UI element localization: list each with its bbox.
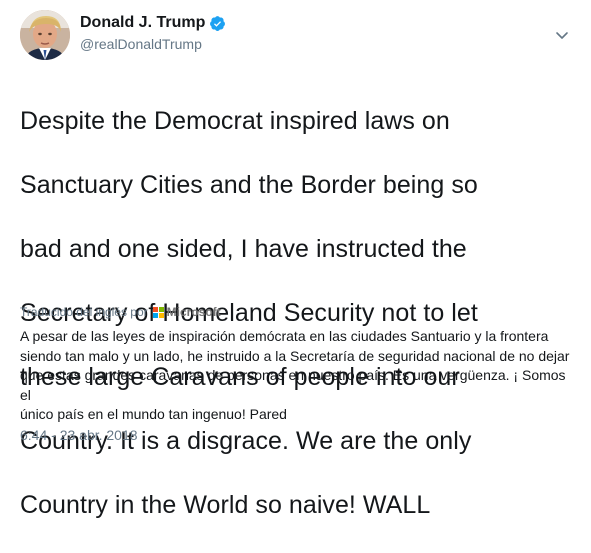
author-names: Donald J. Trump @realDonaldTrump — [80, 12, 226, 52]
tweet-text-line: bad and one sided, I have instructed the — [20, 235, 467, 263]
microsoft-logo[interactable]: Microsoft — [152, 305, 221, 319]
display-name-row: Donald J. Trump — [80, 12, 226, 34]
translated-text: A pesar de las leyes de inspiración demó… — [20, 327, 575, 425]
translation-label: Traducido del inglés por — [20, 305, 148, 319]
tweet-card: Donald J. Trump @realDonaldTrump Despite… — [0, 0, 591, 519]
tweet-header: Donald J. Trump @realDonaldTrump — [20, 10, 571, 62]
tweet-text-line: Sanctuary Cities and the Border being so — [20, 171, 478, 199]
verified-badge-icon — [209, 15, 226, 32]
display-name[interactable]: Donald J. Trump — [80, 14, 205, 32]
microsoft-logo-icon — [152, 306, 164, 318]
translated-text-line: A pesar de las leyes de inspiración demó… — [20, 328, 549, 344]
tweet-text-line: Despite the Democrat inspired laws on — [20, 107, 450, 135]
translated-text-line: que estas grandes caravanas de personas … — [20, 367, 566, 403]
translated-text-line: único país en el mundo tan ingenuo! Pare… — [20, 406, 287, 422]
handle[interactable]: @realDonaldTrump — [80, 36, 226, 52]
avatar[interactable] — [20, 10, 70, 60]
translation-provider: Microsoft — [166, 305, 221, 319]
tweet-text-line: Country in the World so naive! WALL — [20, 491, 431, 519]
timestamp[interactable]: 6:44 - 23 abr. 2018 — [20, 427, 138, 443]
translation-attribution: Traducido del inglés por Microsoft — [20, 305, 221, 319]
translated-text-line: siendo tan malo y un lado, he instruido … — [20, 347, 570, 364]
avatar-image — [20, 10, 70, 60]
chevron-down-icon[interactable] — [555, 28, 569, 42]
